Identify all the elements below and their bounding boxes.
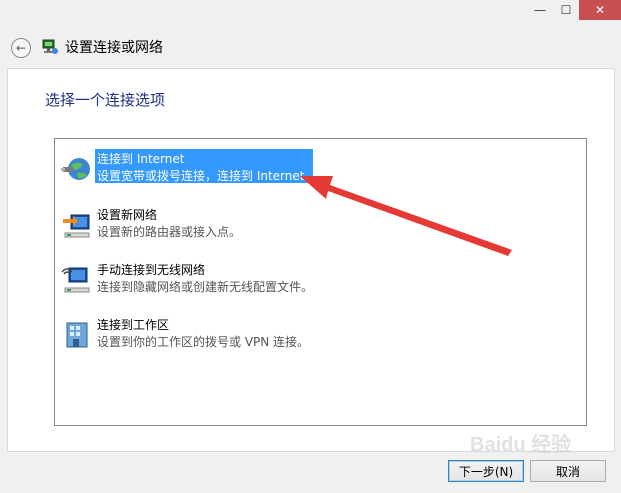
minimize-button[interactable]: —	[527, 0, 553, 20]
option-description: 设置宽带或拨号连接，连接到 Internet。	[97, 169, 317, 183]
workplace-vpn-icon	[66, 322, 88, 348]
option-connect-internet[interactable]: 连接到 Internet 设置宽带或拨号连接，连接到 Internet。	[55, 149, 586, 195]
option-description: 连接到隐藏网络或创建新无线配置文件。	[97, 280, 314, 294]
option-title: 连接到工作区	[97, 318, 170, 332]
back-button[interactable]: ←	[11, 38, 31, 58]
network-setup-icon	[42, 39, 58, 54]
option-description: 设置新的路由器或接入点。	[97, 225, 242, 239]
next-button[interactable]: 下一步(N)	[448, 460, 524, 482]
option-description: 设置到你的工作区的拨号或 VPN 连接。	[97, 335, 310, 349]
wireless-network-icon	[61, 267, 90, 293]
connection-options-list: 连接到 Internet 设置宽带或拨号连接，连接到 Internet。 设置新…	[54, 138, 587, 426]
dialog-footer: 下一步(N) 取消	[0, 451, 621, 493]
window-title: 设置连接或网络	[65, 40, 163, 56]
baidu-watermark: Baidu 经验	[470, 434, 572, 456]
title-bar: — ☐ ✕	[0, 0, 621, 30]
new-network-icon	[63, 214, 90, 238]
maximize-button[interactable]: ☐	[553, 0, 579, 20]
back-arrow-icon: ←	[15, 41, 27, 55]
option-title: 连接到 Internet	[97, 152, 185, 166]
page-heading: 选择一个连接选项	[45, 91, 166, 109]
cancel-button[interactable]: 取消	[530, 460, 606, 482]
option-connect-workplace[interactable]: 连接到工作区 设置到你的工作区的拨号或 VPN 连接。	[55, 317, 586, 361]
option-manual-wireless[interactable]: 手动连接到无线网络 连接到隐藏网络或创建新无线配置文件。	[55, 262, 586, 306]
option-title: 设置新网络	[97, 208, 158, 222]
dialog-content: 选择一个连接选项 连接到 Internet 设置宽带或拨号连接，连接到 Inte…	[7, 68, 615, 452]
option-new-network[interactable]: 设置新网络 设置新的路由器或接入点。	[55, 207, 586, 251]
option-title: 手动连接到无线网络	[97, 263, 206, 277]
close-button[interactable]: ✕	[579, 0, 621, 20]
globe-network-icon	[61, 158, 90, 180]
